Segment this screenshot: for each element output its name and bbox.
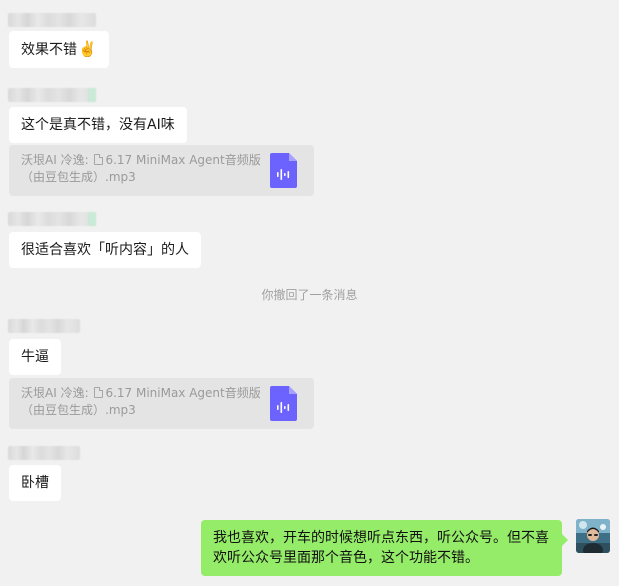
file-title: 6.17 MiniMax Agent音频版 bbox=[105, 386, 261, 400]
message-bubble[interactable]: 效果不错✌️ bbox=[9, 31, 109, 68]
avatar-image bbox=[576, 519, 610, 553]
message-text: 这个是真不错，没有AI味 bbox=[21, 117, 175, 133]
file-message-card[interactable]: 沃垠AI 冷逸: 6.17 MiniMax Agent音频版 （由豆包生成）.m… bbox=[9, 145, 314, 196]
file-sender: 沃垠AI 冷逸: bbox=[21, 386, 89, 400]
victory-hand-emoji: ✌️ bbox=[78, 40, 97, 58]
sender-name-blurred bbox=[8, 319, 80, 333]
recall-notice: 你撤回了一条消息 bbox=[261, 288, 358, 302]
sender-name-blurred bbox=[8, 446, 80, 460]
message-text: 卧槽 bbox=[21, 475, 49, 491]
message-text: 很适合喜欢「听内容」的人 bbox=[21, 242, 189, 258]
file-title-line: 沃垠AI 冷逸: 6.17 MiniMax Agent音频版 bbox=[21, 385, 302, 402]
file-title: 6.17 MiniMax Agent音频版 bbox=[105, 153, 261, 167]
file-title-line: 沃垠AI 冷逸: 6.17 MiniMax Agent音频版 bbox=[21, 152, 302, 169]
own-message-text: 我也喜欢，开车的时候想听点东西，听公众号。但不喜欢听公众号里面那个音色，这个功能… bbox=[213, 530, 549, 566]
file-sender: 沃垠AI 冷逸: bbox=[21, 153, 89, 167]
sender-name-blurred bbox=[8, 13, 96, 27]
message-bubble[interactable]: 很适合喜欢「听内容」的人 bbox=[9, 232, 201, 268]
own-message-row: 我也喜欢，开车的时候想听点东西，听公众号。但不喜欢听公众号里面那个音色，这个功能… bbox=[0, 519, 619, 579]
message-text: 效果不错 bbox=[21, 42, 77, 58]
message-bubble[interactable]: 这个是真不错，没有AI味 bbox=[9, 107, 187, 143]
file-subtitle: （由豆包生成）.mp3 bbox=[21, 403, 136, 417]
audio-file-icon bbox=[270, 153, 297, 188]
message-text: 牛逼 bbox=[21, 349, 49, 365]
file-message-card[interactable]: 沃垠AI 冷逸: 6.17 MiniMax Agent音频版 （由豆包生成）.m… bbox=[9, 378, 314, 429]
document-icon bbox=[94, 387, 104, 398]
avatar[interactable] bbox=[576, 519, 610, 553]
message-bubble[interactable]: 卧槽 bbox=[9, 465, 61, 501]
audio-file-icon bbox=[270, 386, 297, 421]
own-message-bubble[interactable]: 我也喜欢，开车的时候想听点东西，听公众号。但不喜欢听公众号里面那个音色，这个功能… bbox=[201, 520, 568, 576]
document-icon bbox=[94, 154, 104, 165]
message-bubble[interactable]: 牛逼 bbox=[9, 339, 61, 375]
file-subtitle: （由豆包生成）.mp3 bbox=[21, 170, 136, 184]
chat-window: 效果不错✌️ 这个是真不错，没有AI味 沃垠AI 冷逸: 6.17 MiniMa… bbox=[0, 0, 619, 586]
sender-name-blurred bbox=[8, 88, 96, 102]
sender-name-blurred bbox=[8, 212, 96, 226]
